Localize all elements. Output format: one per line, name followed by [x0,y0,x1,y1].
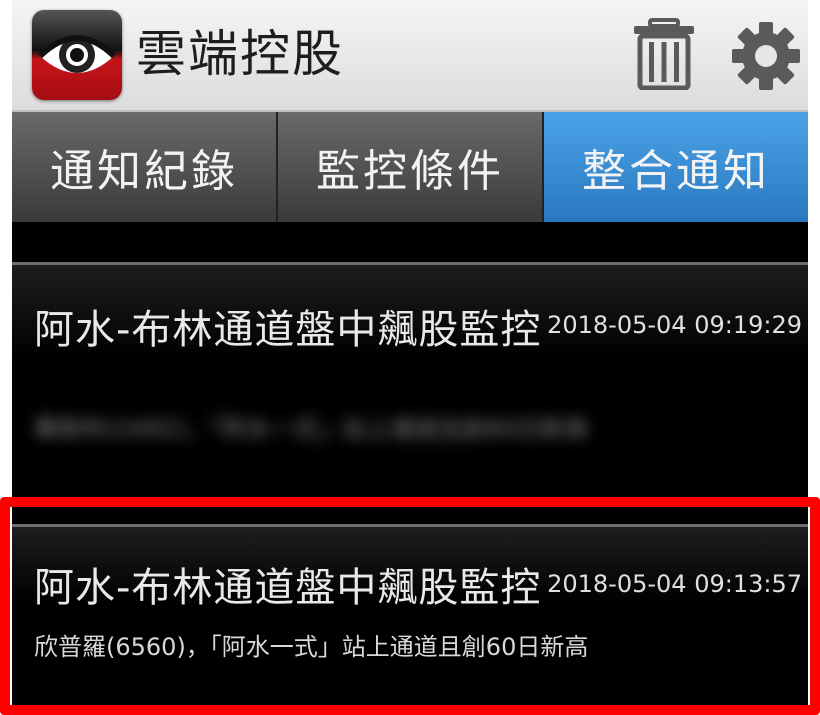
gear-icon[interactable] [730,20,802,92]
notification-list: 阿水-布林通道盤中飆股監控 2018-05-04 09:19:29 華新科(24… [12,222,808,715]
tab-integrated-notifications[interactable]: 整合通知 [544,112,808,222]
action-bar: 雲端控股 [12,0,808,112]
list-item[interactable]: 阿水-布林通道盤中飆股監控 2018-05-04 09:13:57 欣普羅(65… [12,524,808,715]
tab-bar: 通知紀錄 監控條件 整合通知 [12,112,808,222]
notification-title: 阿水-布林通道盤中飆股監控 [34,565,542,611]
notification-title: 阿水-布林通道盤中飆股監控 [34,307,542,353]
app-window: 雲端控股 通知紀錄 監控條件 整合通知 阿水-布林通道盤中飆股監控 2018-0… [12,0,808,715]
trash-icon[interactable] [632,18,696,90]
tab-monitor-conditions[interactable]: 監控條件 [278,112,544,222]
notification-message: 華新科(2492)，「阿水一式」站上通道且創60日新高 [34,415,589,443]
notification-time: 2018-05-04 09:19:29 [547,311,802,339]
app-title: 雲端控股 [136,25,344,83]
tab-notification-history[interactable]: 通知紀錄 [12,112,278,222]
notification-message: 欣普羅(6560)，「阿水一式」站上通道且創60日新高 [34,633,589,661]
notification-time: 2018-05-04 09:13:57 [547,570,802,598]
eye-logo-icon [32,10,122,100]
list-item[interactable]: 阿水-布林通道盤中飆股監控 2018-05-04 09:19:29 華新科(24… [12,262,808,500]
